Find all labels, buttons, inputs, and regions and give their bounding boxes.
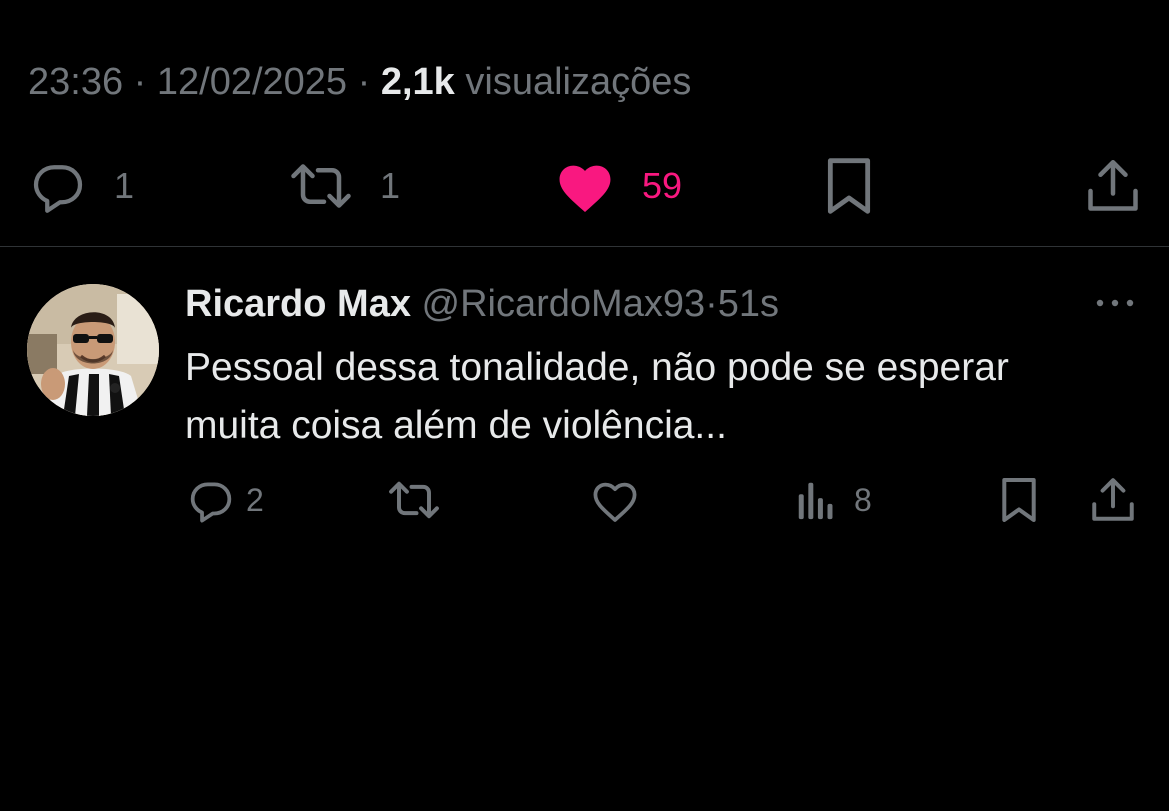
reply-time[interactable]: 51s — [718, 283, 779, 325]
reply-reply-button[interactable]: 2 — [186, 472, 264, 528]
share-icon — [1083, 155, 1143, 217]
retweet-icon — [288, 156, 354, 216]
reply-icon — [28, 156, 88, 216]
tweet-reply-button[interactable]: 1 — [28, 150, 134, 222]
tweet-retweet-button[interactable]: 1 — [288, 150, 400, 222]
reply-reply-count: 2 — [246, 482, 264, 518]
meta-separator: · — [347, 61, 381, 103]
reply-icon — [186, 475, 236, 525]
tweet-meta: 23:36 · 12/02/2025 · 2,1k visualizações — [28, 58, 691, 106]
reply-text-line: muita coisa além de violência... — [185, 404, 727, 447]
tweet-like-count: 59 — [642, 165, 683, 206]
bookmark-icon — [998, 474, 1040, 526]
bookmark-icon — [822, 154, 876, 218]
tweet-share-button[interactable] — [1083, 150, 1143, 222]
reply-bookmark-button[interactable] — [998, 472, 1040, 528]
divider — [0, 246, 1169, 247]
heart-icon — [590, 477, 640, 523]
header-dot: · — [705, 283, 718, 325]
reply-author-handle[interactable]: @RicardoMax93 — [422, 283, 706, 325]
reply-views-count: 8 — [854, 482, 872, 518]
reply-text: Pessoal dessa tonalidade, não pode se es… — [185, 339, 1155, 455]
reply-like-button[interactable] — [590, 472, 640, 528]
reply-views-button[interactable]: 8 — [796, 472, 872, 528]
tweet-views-count[interactable]: 2,1k — [381, 61, 455, 103]
reply-text-line: Pessoal dessa tonalidade, não pode se es… — [185, 346, 1009, 389]
meta-separator: · — [123, 61, 157, 103]
tweet-reply-count: 1 — [114, 165, 135, 206]
reply-author-name[interactable]: Ricardo Max — [185, 283, 411, 325]
tweet-views-label[interactable]: visualizações — [465, 61, 691, 103]
avatar[interactable] — [27, 284, 159, 416]
reply-share-button[interactable] — [1088, 472, 1138, 528]
tweet-action-bar: 1 1 59 — [0, 150, 1169, 222]
share-icon — [1088, 475, 1138, 525]
reply-retweet-button[interactable] — [386, 472, 442, 528]
more-icon[interactable] — [1093, 295, 1137, 311]
retweet-icon — [386, 475, 442, 525]
heart-icon — [554, 158, 616, 214]
tweet-date: 12/02/2025 — [156, 61, 348, 103]
tweet-retweet-count: 1 — [380, 165, 401, 206]
views-icon — [796, 477, 836, 523]
reply-action-bar: 2 8 — [0, 472, 1169, 528]
tweet-like-button[interactable]: 59 — [554, 150, 682, 222]
tweet-bookmark-button[interactable] — [822, 150, 876, 222]
reply-header: Ricardo Max @RicardoMax93·51s — [185, 281, 779, 327]
tweet-time: 23:36 — [28, 61, 124, 103]
